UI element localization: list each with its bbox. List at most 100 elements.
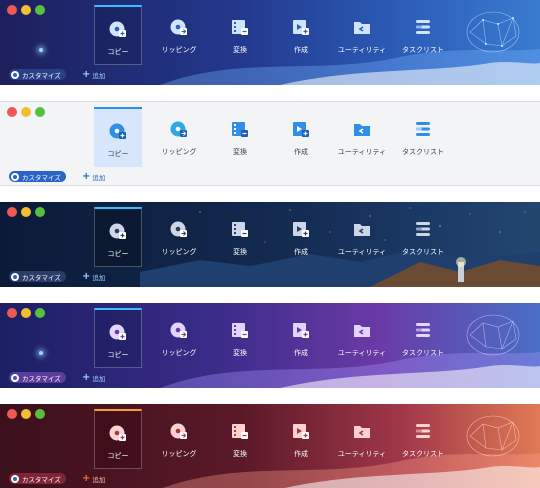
customize-icon <box>11 172 19 181</box>
tab-convert[interactable]: 変換 <box>216 207 264 267</box>
tab-ripping[interactable]: リッピング <box>155 207 203 267</box>
disc-rip-icon <box>170 121 187 137</box>
tab-task-list-label: タスクリスト <box>402 46 444 54</box>
customize-label: カスタマイズ <box>22 173 61 182</box>
window-controls <box>7 207 45 217</box>
task-list-icon <box>416 122 430 136</box>
tab-convert-label: 変換 <box>233 46 247 54</box>
zoom-window-button[interactable] <box>35 409 45 419</box>
tab-utility-label: ユーティリティ <box>337 349 387 357</box>
video-create-icon <box>293 323 309 338</box>
tab-task-list[interactable]: タスクリスト <box>395 5 451 65</box>
tab-utility-label: ユーティリティ <box>337 248 387 256</box>
tab-utility[interactable]: ユーティリティ <box>336 409 388 469</box>
add-button[interactable]: + 追加 <box>82 474 106 485</box>
tab-copy[interactable]: コピー <box>94 5 142 65</box>
tab-utility-label: ユーティリティ <box>337 450 387 458</box>
customize-button[interactable]: カスタマイズ <box>9 171 66 182</box>
disc-copy-icon <box>109 123 126 139</box>
folder-utility-icon <box>354 325 370 337</box>
tab-ripping[interactable]: リッピング <box>155 308 203 368</box>
tab-create[interactable]: 作成 <box>277 5 325 65</box>
tab-convert[interactable]: 変換 <box>216 107 264 167</box>
tab-copy-label: コピー <box>107 250 129 258</box>
tab-copy[interactable]: コピー <box>94 107 142 167</box>
tab-task-list-label: タスクリスト <box>402 349 444 357</box>
disc-copy-icon <box>109 21 126 37</box>
tab-ripping-label: リッピング <box>161 248 197 256</box>
tab-task-list[interactable]: タスクリスト <box>395 409 451 469</box>
tab-copy-label: コピー <box>107 48 129 56</box>
add-label: 追加 <box>92 375 106 383</box>
tab-utility[interactable]: ユーティリティ <box>336 107 388 167</box>
customize-label: カスタマイズ <box>22 475 61 484</box>
add-label: 追加 <box>92 476 106 484</box>
tab-convert[interactable]: 変換 <box>216 5 264 65</box>
tab-create[interactable]: 作成 <box>277 409 325 469</box>
zoom-window-button[interactable] <box>35 107 45 117</box>
tab-ripping[interactable]: リッピング <box>155 5 203 65</box>
minimize-window-button[interactable] <box>21 5 31 15</box>
tab-create-label: 作成 <box>294 248 308 256</box>
tab-convert[interactable]: 変換 <box>216 308 264 368</box>
zoom-window-button[interactable] <box>35 207 45 217</box>
customize-button[interactable]: カスタマイズ <box>9 473 66 484</box>
close-window-button[interactable] <box>7 308 17 318</box>
add-label: 追加 <box>92 274 106 282</box>
theme-light-toolbar: コピー リッピング 変換 作成 ユーティリティ タスクリスト カスタマイズ + … <box>0 101 540 186</box>
customize-button[interactable]: カスタマイズ <box>9 372 66 383</box>
brain-decoration <box>466 415 520 457</box>
brain-decoration <box>466 314 520 356</box>
close-window-button[interactable] <box>7 107 17 117</box>
tab-copy[interactable]: コピー <box>94 308 142 368</box>
window-controls <box>7 308 45 318</box>
tab-ripping[interactable]: リッピング <box>155 409 203 469</box>
brain-decoration <box>466 11 520 53</box>
tab-task-list-label: タスクリスト <box>402 450 444 458</box>
add-button[interactable]: + 追加 <box>82 372 106 384</box>
tab-ripping-label: リッピング <box>161 46 197 54</box>
tab-utility[interactable]: ユーティリティ <box>336 5 388 65</box>
tab-utility-label: ユーティリティ <box>337 148 387 156</box>
add-button[interactable]: + 追加 <box>82 272 106 283</box>
tab-ripping[interactable]: リッピング <box>155 107 203 167</box>
tab-convert[interactable]: 変換 <box>216 409 264 469</box>
tab-copy[interactable]: コピー <box>94 409 142 469</box>
tab-copy[interactable]: コピー <box>94 207 142 267</box>
disc-rip-icon <box>170 423 187 439</box>
tab-convert-label: 変換 <box>233 450 247 458</box>
tab-create-label: 作成 <box>294 46 308 54</box>
task-list-icon <box>416 323 430 337</box>
task-list-icon <box>416 20 430 34</box>
add-label: 追加 <box>92 174 106 182</box>
tab-task-list[interactable]: タスクリスト <box>395 107 451 167</box>
tab-create[interactable]: 作成 <box>277 207 325 267</box>
tab-task-list[interactable]: タスクリスト <box>395 207 451 267</box>
task-list-icon <box>416 222 430 236</box>
close-window-button[interactable] <box>7 207 17 217</box>
minimize-window-button[interactable] <box>21 207 31 217</box>
tab-create[interactable]: 作成 <box>277 107 325 167</box>
minimize-window-button[interactable] <box>21 409 31 419</box>
customize-button[interactable]: カスタマイズ <box>9 271 66 282</box>
film-convert-icon <box>232 20 248 35</box>
minimize-window-button[interactable] <box>21 308 31 318</box>
tab-utility[interactable]: ユーティリティ <box>336 308 388 368</box>
tab-task-list-label: タスクリスト <box>402 248 444 256</box>
tab-copy-label: コピー <box>107 351 129 359</box>
zoom-window-button[interactable] <box>35 5 45 15</box>
close-window-button[interactable] <box>7 409 17 419</box>
zoom-window-button[interactable] <box>35 308 45 318</box>
plus-icon: + <box>82 372 91 383</box>
minimize-window-button[interactable] <box>21 107 31 117</box>
tab-create[interactable]: 作成 <box>277 308 325 368</box>
close-window-button[interactable] <box>7 5 17 15</box>
tab-task-list[interactable]: タスクリスト <box>395 308 451 368</box>
disc-copy-icon <box>109 223 126 239</box>
tab-utility[interactable]: ユーティリティ <box>336 207 388 267</box>
customize-button[interactable]: カスタマイズ <box>9 69 66 80</box>
add-button[interactable]: + 追加 <box>82 172 106 183</box>
video-create-icon <box>293 222 309 237</box>
add-button[interactable]: + 追加 <box>82 70 105 81</box>
tab-ripping-label: リッピング <box>161 450 197 458</box>
